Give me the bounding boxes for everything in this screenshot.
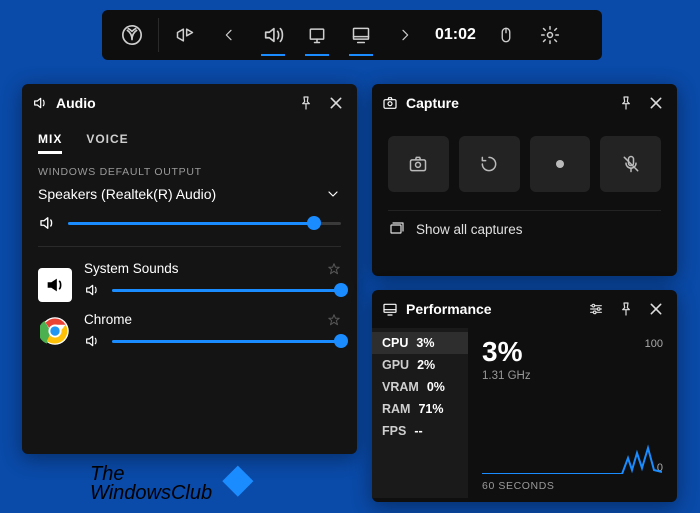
metric-vram[interactable]: VRAM 0% [372, 376, 468, 398]
pin-icon[interactable] [615, 298, 637, 320]
camera-icon [382, 95, 398, 111]
audio-widget: Audio MIX VOICE WINDOWS DEFAULT OUTPUT S… [22, 84, 357, 454]
performance-header: Performance [372, 290, 677, 328]
capture-icon[interactable] [295, 10, 339, 60]
volume-icon[interactable] [38, 214, 56, 232]
volume-icon[interactable] [84, 282, 100, 298]
record-last-button[interactable] [459, 136, 520, 192]
tab-mix[interactable]: MIX [38, 126, 62, 156]
star-icon[interactable] [327, 262, 341, 276]
performance-icon [382, 301, 398, 317]
pin-icon[interactable] [295, 92, 317, 114]
audio-tabs: MIX VOICE [22, 122, 357, 156]
chrome-icon [38, 314, 72, 348]
master-volume-slider[interactable] [68, 222, 341, 225]
performance-icon[interactable] [339, 10, 383, 60]
gallery-icon [388, 221, 406, 237]
audio-title: Audio [56, 95, 96, 111]
volume-icon [32, 95, 48, 111]
volume-icon[interactable] [84, 333, 100, 349]
chevron-down-icon [325, 186, 341, 202]
time-axis-label: 60 SECONDS [482, 480, 555, 492]
sliders-icon[interactable] [585, 298, 607, 320]
show-all-captures-label: Show all captures [416, 222, 523, 237]
toolbar-divider [158, 18, 159, 52]
app-volume-row: System Sounds [38, 259, 341, 310]
toolbar-time: 01:02 [427, 10, 484, 60]
watermark-logo-icon [222, 466, 253, 497]
output-section-label: WINDOWS DEFAULT OUTPUT [38, 166, 341, 178]
performance-metrics-list: CPU 3% GPU 2% VRAM 0% RAM 71% FPS -- [372, 328, 468, 498]
metric-ram[interactable]: RAM 71% [372, 398, 468, 420]
performance-big-value: 3% [482, 336, 663, 368]
gamebar-toolbar: 01:02 [102, 10, 602, 60]
record-button[interactable] [530, 136, 591, 192]
app-volume-slider[interactable] [112, 289, 341, 292]
pin-icon[interactable] [615, 92, 637, 114]
performance-widget: Performance CPU 3% GPU 2% VRAM 0% [372, 290, 677, 502]
performance-sparkline [482, 398, 662, 474]
close-icon[interactable] [645, 92, 667, 114]
screenshot-button[interactable] [388, 136, 449, 192]
separator [38, 246, 341, 247]
metric-gpu[interactable]: GPU 2% [372, 354, 468, 376]
mic-off-button[interactable] [600, 136, 661, 192]
app-name: Chrome [84, 312, 132, 327]
metric-fps[interactable]: FPS -- [372, 420, 468, 442]
performance-graph-area: 3% 1.31 GHz 100 0 60 SECONDS [468, 328, 677, 498]
show-all-captures-button[interactable]: Show all captures [388, 210, 661, 247]
app-name: System Sounds [84, 261, 179, 276]
widgets-icon[interactable] [163, 10, 207, 60]
output-device-name: Speakers (Realtek(R) Audio) [38, 186, 216, 202]
audio-header: Audio [22, 84, 357, 122]
watermark: The WindowsClub [90, 465, 248, 503]
app-volume-slider[interactable] [112, 340, 341, 343]
close-icon[interactable] [325, 92, 347, 114]
performance-frequency: 1.31 GHz [482, 370, 663, 382]
mouse-icon[interactable] [484, 10, 528, 60]
prev-icon[interactable] [207, 10, 251, 60]
star-icon[interactable] [327, 313, 341, 327]
xbox-icon[interactable] [110, 10, 154, 60]
close-icon[interactable] [645, 298, 667, 320]
settings-icon[interactable] [528, 10, 572, 60]
system-sounds-icon [38, 268, 72, 302]
capture-widget: Capture Show all captures [372, 84, 677, 276]
axis-label-high: 100 [645, 338, 663, 350]
app-volume-row: Chrome [38, 310, 341, 351]
tab-voice[interactable]: VOICE [86, 126, 128, 156]
audio-icon[interactable] [251, 10, 295, 60]
capture-header: Capture [372, 84, 677, 122]
output-device-row[interactable]: Speakers (Realtek(R) Audio) [38, 182, 341, 214]
next-icon[interactable] [383, 10, 427, 60]
performance-title: Performance [406, 301, 492, 317]
capture-title: Capture [406, 95, 459, 111]
metric-cpu[interactable]: CPU 3% [372, 332, 468, 354]
